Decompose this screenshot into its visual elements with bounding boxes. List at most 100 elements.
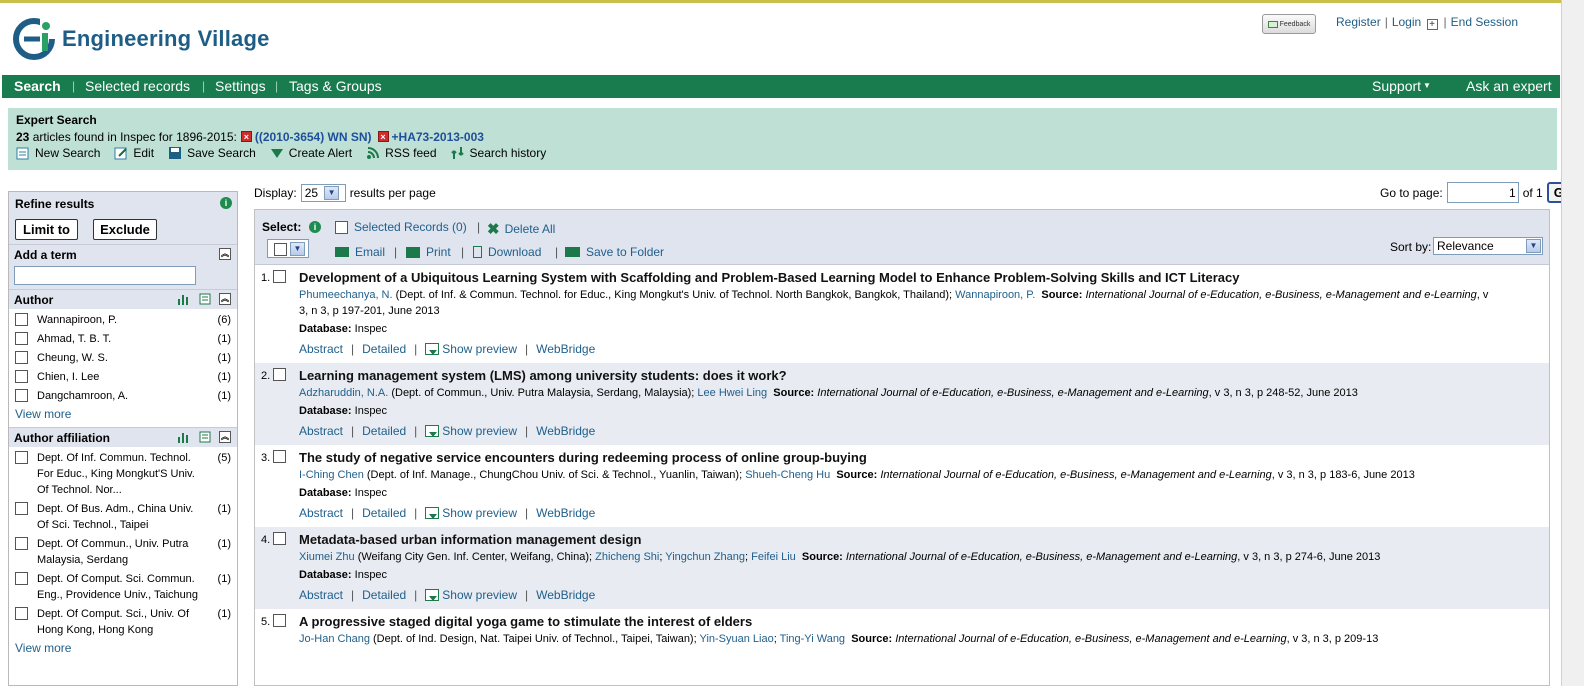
affiliation-checkbox[interactable]: [15, 537, 28, 550]
search-history-button[interactable]: Search history: [450, 146, 546, 160]
record-checkbox[interactable]: [273, 450, 286, 463]
info-icon[interactable]: i: [220, 197, 232, 209]
record-title[interactable]: The study of negative service encounters…: [299, 449, 1549, 467]
author-link[interactable]: Zhicheng Shi: [595, 551, 659, 563]
delete-all-link[interactable]: ✖ Delete All: [487, 220, 555, 238]
record-title[interactable]: Development of a Ubiquitous Learning Sys…: [299, 269, 1549, 287]
nav-selected-records[interactable]: Selected records: [85, 78, 190, 94]
affiliation-checkbox[interactable]: [15, 502, 28, 515]
collapse-icon[interactable]: ︽: [219, 248, 231, 260]
detailed-link[interactable]: Detailed: [362, 587, 406, 603]
info-icon[interactable]: i: [309, 221, 321, 233]
end-session-link[interactable]: End Session: [1451, 15, 1518, 29]
chart-icon[interactable]: [177, 431, 189, 443]
select-all-checkbox[interactable]: [274, 242, 287, 256]
record-checkbox[interactable]: [273, 614, 286, 627]
list-item[interactable]: Dept. Of Comput. Sci., Univ. Of Hong Kon…: [15, 606, 231, 638]
sort-select[interactable]: Relevance ▼: [1433, 237, 1543, 255]
detailed-link[interactable]: Detailed: [362, 423, 406, 439]
record-title[interactable]: A progressive staged digital yoga game t…: [299, 613, 1549, 631]
list-item[interactable]: Dept. Of Inf. Commun. Technol. For Educ.…: [15, 450, 231, 498]
author-checkbox[interactable]: [15, 332, 28, 345]
collapse-icon[interactable]: ︽: [219, 431, 231, 443]
add-term-input[interactable]: [14, 266, 196, 285]
nav-tags-groups[interactable]: Tags & Groups: [289, 78, 382, 94]
author-checkbox[interactable]: [15, 389, 28, 402]
abstract-link[interactable]: Abstract: [299, 341, 343, 357]
list-item[interactable]: Dept. Of Commun., Univ. Putra Malaysia, …: [15, 536, 231, 568]
author-checkbox[interactable]: [15, 351, 28, 364]
download-link[interactable]: Download: [473, 245, 541, 259]
author-link[interactable]: Ting-Yi Wang: [780, 633, 845, 645]
detailed-link[interactable]: Detailed: [362, 505, 406, 521]
record-checkbox[interactable]: [273, 532, 286, 545]
record-checkbox[interactable]: [273, 270, 286, 283]
list-item[interactable]: Cheung, W. S. (1): [15, 350, 231, 366]
logo[interactable]: Engineering Village: [12, 17, 270, 61]
list-item[interactable]: Wannapiroon, P. (6): [15, 312, 231, 328]
nav-support[interactable]: Support ▼: [1372, 78, 1431, 94]
collapse-icon[interactable]: ︽: [219, 293, 231, 305]
webbridge-link[interactable]: WebBridge: [536, 341, 595, 357]
register-link[interactable]: Register: [1336, 15, 1381, 29]
show-preview-link[interactable]: Show preview: [442, 341, 517, 357]
selected-records-link[interactable]: Selected Records (0): [335, 220, 467, 234]
author-link[interactable]: I-Ching Chen: [299, 469, 364, 481]
show-preview-link[interactable]: Show preview: [442, 587, 517, 603]
affiliation-view-more-link[interactable]: View more: [9, 641, 237, 657]
edit-button[interactable]: Edit: [114, 146, 154, 160]
chart-icon[interactable]: [177, 293, 189, 305]
author-link[interactable]: Wannapiroon, P.: [955, 289, 1035, 301]
print-link[interactable]: Print: [406, 245, 451, 259]
record-title[interactable]: Metadata-based urban information managem…: [299, 531, 1549, 549]
webbridge-link[interactable]: WebBridge: [536, 423, 595, 439]
new-search-button[interactable]: New Search: [16, 146, 100, 160]
author-link[interactable]: Feifei Liu: [751, 551, 796, 563]
page-input[interactable]: [1446, 182, 1519, 203]
login-expand-icon[interactable]: +: [1426, 19, 1438, 30]
list-item[interactable]: Dept. Of Bus. Adm., China Univ. Of Sci. …: [15, 501, 231, 533]
limit-to-button[interactable]: Limit to: [15, 219, 78, 240]
list-item[interactable]: Chien, I. Lee (1): [15, 369, 231, 385]
webbridge-link[interactable]: WebBridge: [536, 505, 595, 521]
rss-feed-button[interactable]: RSS feed: [366, 146, 437, 160]
nav-settings[interactable]: Settings: [215, 78, 266, 94]
query-term-2[interactable]: +HA73-2013-003: [392, 130, 484, 144]
list-item[interactable]: Ahmad, T. B. T. (1): [15, 331, 231, 347]
feedback-button[interactable]: Feedback: [1262, 14, 1316, 34]
list-item[interactable]: Dept. Of Comput. Sci. Commun. Eng., Prov…: [15, 571, 231, 603]
export-icon[interactable]: [199, 293, 211, 305]
abstract-link[interactable]: Abstract: [299, 587, 343, 603]
exclude-button[interactable]: Exclude: [93, 219, 157, 240]
create-alert-button[interactable]: Create Alert: [270, 146, 352, 160]
author-link[interactable]: Yin-Syuan Liao: [700, 633, 774, 645]
select-all-dropdown[interactable]: ▼: [267, 239, 309, 258]
affiliation-checkbox[interactable]: [15, 572, 28, 585]
record-title[interactable]: Learning management system (LMS) among u…: [299, 367, 1549, 385]
nav-ask-expert[interactable]: Ask an expert: [1466, 78, 1552, 94]
list-item[interactable]: Dangchamroon, A. (1): [15, 388, 231, 404]
show-preview-link[interactable]: Show preview: [442, 423, 517, 439]
window-scrollbar[interactable]: [1561, 0, 1584, 686]
remove-query-icon[interactable]: ×: [240, 131, 252, 142]
affiliation-checkbox[interactable]: [15, 451, 28, 464]
show-preview-link[interactable]: Show preview: [442, 505, 517, 521]
save-search-button[interactable]: Save Search: [168, 146, 256, 160]
remove-query-icon[interactable]: ×: [377, 131, 389, 142]
author-link[interactable]: Adzharuddin, N.A.: [299, 387, 388, 399]
export-icon[interactable]: [199, 431, 211, 443]
abstract-link[interactable]: Abstract: [299, 505, 343, 521]
save-to-folder-link[interactable]: Save to Folder: [565, 245, 664, 259]
author-view-more-link[interactable]: View more: [9, 407, 237, 423]
author-checkbox[interactable]: [15, 370, 28, 383]
record-checkbox[interactable]: [273, 368, 286, 381]
per-page-select[interactable]: 25 ▼: [300, 184, 346, 202]
author-link[interactable]: Jo-Han Chang: [299, 633, 370, 645]
nav-search[interactable]: Search: [14, 78, 61, 94]
detailed-link[interactable]: Detailed: [362, 341, 406, 357]
login-link[interactable]: Login: [1392, 15, 1421, 29]
author-link[interactable]: Xiumei Zhu: [299, 551, 355, 563]
author-checkbox[interactable]: [15, 313, 28, 326]
query-term-1[interactable]: ((2010-3654) WN SN): [255, 130, 372, 144]
author-link[interactable]: Yingchun Zhang: [665, 551, 745, 563]
